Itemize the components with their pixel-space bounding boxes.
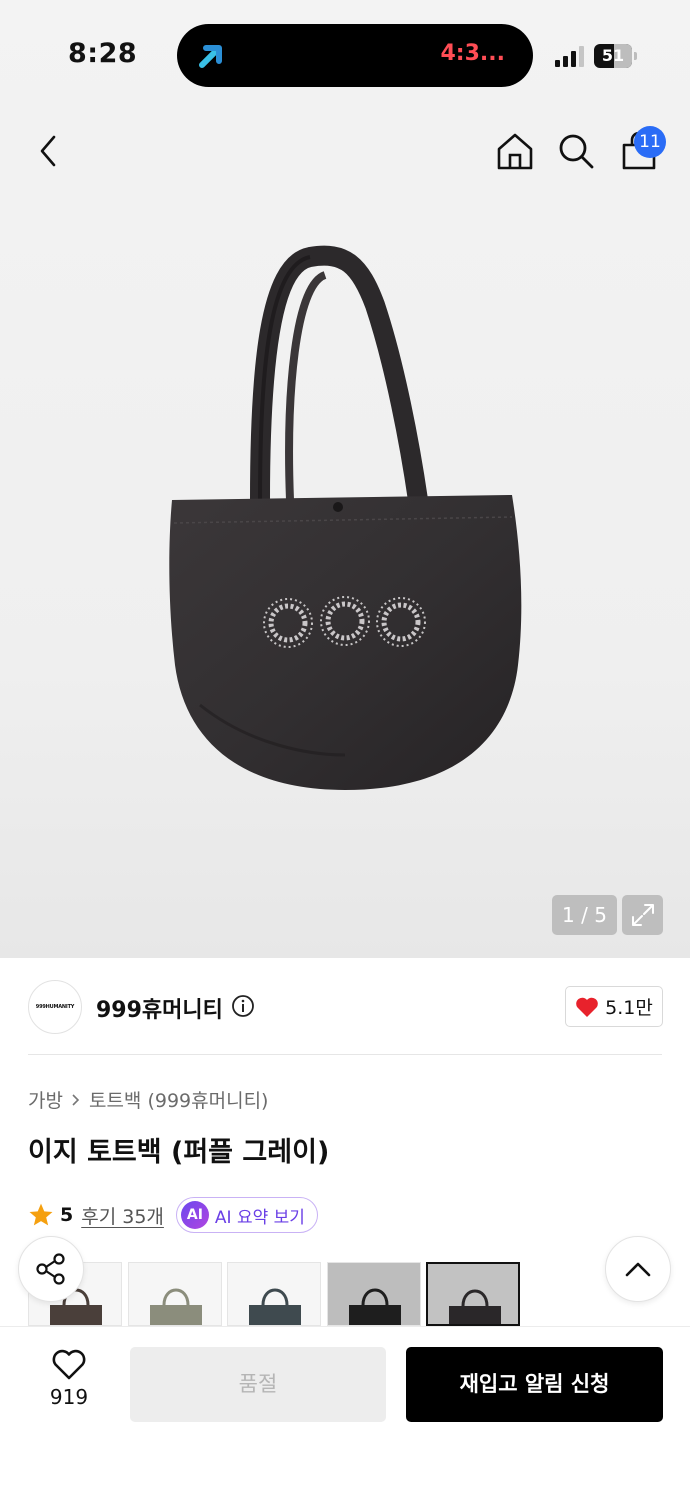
back-icon [40,135,56,167]
brand-logo[interactable]: 999HUMANITY [28,980,82,1034]
search-icon [559,134,594,169]
wishlist-button[interactable]: 919 [30,1349,108,1423]
expand-icon [631,904,654,926]
brand-row: 999HUMANITY 999휴머니티 5.1만 [0,958,690,1056]
status-bar: 8:28 4:3... 51 [0,0,690,110]
status-time: 8:28 [68,38,138,69]
arrow-up-right-icon [199,45,222,68]
breadcrumb-subcategory[interactable]: 토트백 (999휴머니티) [89,1086,269,1113]
image-counter: 1 / 5 [552,895,617,935]
battery-icon: 51 [594,44,637,68]
home-button[interactable] [490,126,540,176]
ai-badge-icon: AI [180,1201,209,1229]
divider [28,1054,662,1055]
variant-thumb-3[interactable] [227,1262,321,1326]
heart-outline-icon [52,1349,86,1380]
ai-summary-button[interactable]: AI AI 요약 보기 [175,1197,318,1233]
rating-row: 5 후기 35개 AI AI 요약 보기 [28,1197,318,1233]
share-button[interactable] [18,1236,84,1302]
scroll-to-top-button[interactable] [605,1236,671,1302]
variant-thumb-2[interactable] [128,1262,222,1326]
cart-count-badge: 11 [634,126,666,158]
product-image[interactable] [160,245,530,805]
ai-summary-label: AI 요약 보기 [214,1207,305,1228]
restock-alert-button[interactable]: 재입고 알림 신청 [406,1347,663,1422]
top-navigation [0,110,690,194]
breadcrumb: 가방 토트백 (999휴머니티) [28,1086,268,1113]
expand-button[interactable] [622,895,663,935]
search-button[interactable] [551,126,601,176]
home-icon [497,133,533,170]
back-button[interactable] [24,126,74,176]
share-icon [36,1253,65,1285]
sold-out-button: 품절 [130,1347,386,1422]
wishlist-count: 919 [49,1385,89,1409]
product-title: 이지 토트백 (퍼플 그레이) [28,1137,330,1168]
review-link[interactable]: 후기 35개 [81,1202,164,1229]
brand-like-button[interactable]: 5.1만 [565,986,663,1027]
product-gallery[interactable]: 8:28 4:3... 51 11 1 / 5 [0,0,690,958]
breadcrumb-category[interactable]: 가방 [28,1086,63,1113]
brand-name[interactable]: 999휴머니티 [96,992,223,1024]
dynamic-island[interactable]: 4:3... [177,24,533,87]
island-timer: 4:3... [440,41,506,66]
bottom-action-bar: 919 품절 재입고 알림 신청 [0,1326,690,1500]
info-icon[interactable] [231,994,255,1018]
brand-like-count: 5.1만 [605,997,653,1019]
heart-filled-icon [576,997,598,1017]
brand-logo-text: 999HUMANITY [35,1004,75,1010]
variant-thumbnails [28,1262,528,1326]
signal-icon [555,45,587,67]
battery-level: 51 [601,46,625,65]
variant-thumb-5-selected[interactable] [426,1262,520,1326]
chevron-up-icon [625,1262,651,1277]
rating-value: 5 [60,1204,74,1226]
star-icon [29,1203,53,1226]
chevron-right-icon [72,1093,80,1106]
variant-thumb-4[interactable] [327,1262,421,1326]
